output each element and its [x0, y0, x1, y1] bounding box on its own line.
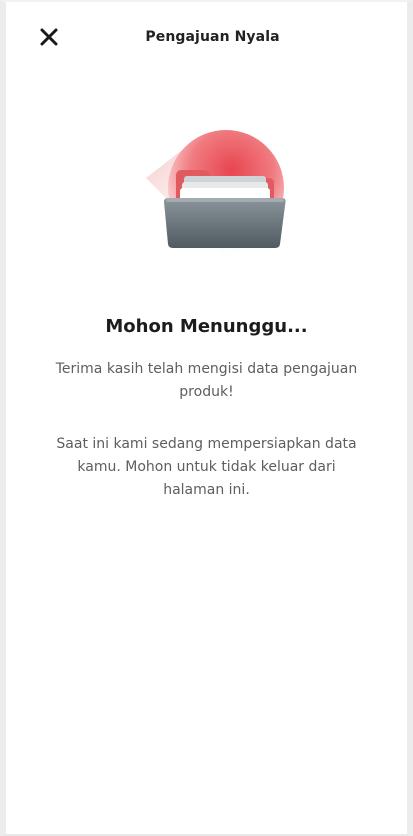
preparing-data-text: Saat ini kami sedang mempersiapkan data … — [56, 436, 357, 498]
page-title: Pengajuan Nyala — [145, 29, 280, 45]
app-screen: Pengajuan Nyala Mohon Menunggu... Terima… — [0, 0, 413, 836]
folder-icon — [146, 130, 286, 258]
waiting-heading: Mohon Menunggu... — [105, 316, 308, 337]
folder-illustration — [142, 130, 292, 260]
thank-you-text: Terima kasih telah mengisi data pengajua… — [55, 361, 358, 400]
top-bar: Pengajuan Nyala — [6, 16, 413, 60]
